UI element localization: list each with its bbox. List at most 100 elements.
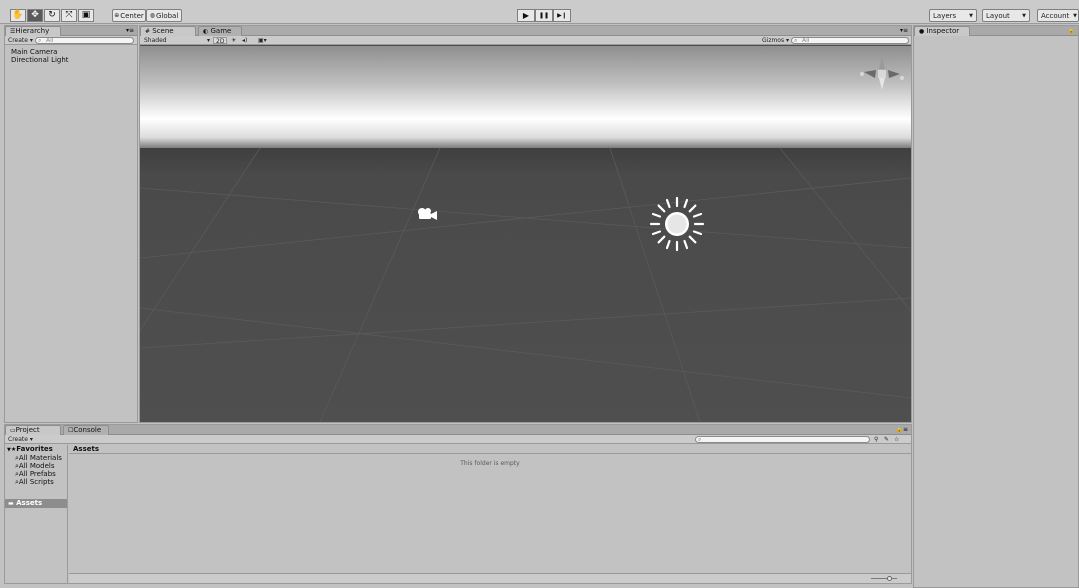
tab-inspector[interactable]: ● Inspector (914, 26, 970, 36)
skybox (140, 46, 911, 150)
favorite-item[interactable]: ⌕All Scripts (15, 478, 54, 487)
rect-icon: ▣ (81, 10, 91, 20)
game-icon: ◐ (203, 28, 209, 35)
rotate-tool-button[interactable]: ↻ (44, 9, 60, 22)
pause-button[interactable]: ❚❚ (535, 9, 553, 22)
2d-label: 2D (216, 38, 225, 45)
search-placeholder: All (802, 37, 810, 44)
rect-tool-button[interactable]: ▣ (78, 9, 94, 22)
create-label: Create (8, 436, 28, 443)
camera-gizmo-icon[interactable] (416, 206, 438, 222)
lock-icon[interactable]: 🔒≡ (896, 426, 909, 433)
inspector-panel: ● Inspector 🔒 (913, 25, 1079, 588)
layers-dropdown[interactable]: Layers ▼ (929, 9, 977, 22)
search-icon: ⌕ (698, 436, 702, 443)
pivot-center-button[interactable]: ⊕ Center (112, 9, 146, 22)
main-toolbar: ✋ ✥ ↻ ⤧ ▣ ⊕ Center ◍ Global ▶ ❚❚ ▶❙ Layers… (0, 0, 1079, 24)
project-toolbar: Create ▾ ⌕ ⚲ ✎ ☆ (5, 435, 911, 444)
empty-folder-message: This folder is empty (460, 460, 520, 467)
favorite-label: All Prefabs (18, 470, 56, 478)
lighting-toggle-icon[interactable]: ☀ (231, 37, 236, 44)
scene-tab-label: Scene (152, 27, 174, 35)
inspector-tab-label: Inspector (926, 27, 960, 35)
create-dropdown[interactable]: Create ▾ (8, 436, 33, 443)
unity-editor-window: ✋ ✥ ↻ ⤧ ▣ ⊕ Center ◍ Global ▶ ❚❚ ▶❙ Layers… (0, 0, 1079, 588)
slider-handle[interactable] (887, 576, 892, 581)
favorite-label: All Materials (18, 454, 62, 462)
gizmos-label: Gizmos (762, 37, 785, 44)
hierarchy-toolbar: Create ▾ ⌕ All (5, 36, 137, 45)
assets-folder-item[interactable]: ▬ Assets (5, 499, 67, 508)
project-tab-label: Project (15, 426, 40, 434)
hierarchy-search-input[interactable]: ⌕ All (35, 37, 134, 44)
move-icon: ✥ (31, 10, 39, 20)
play-button[interactable]: ▶ (517, 9, 535, 22)
tab-hierarchy[interactable]: ☰Hierarchy (5, 26, 61, 36)
console-tab-label: Console (73, 426, 102, 434)
dropdown-arrow-icon: ▼ (1022, 12, 1026, 19)
account-label: Account (1041, 11, 1070, 20)
layout-label: Layout (986, 11, 1010, 20)
space-global-button[interactable]: ◍ Global (146, 9, 182, 22)
hierarchy-tabbar: ☰Hierarchy ▾≡ (5, 26, 137, 36)
game-tab-label: Game (210, 27, 232, 35)
icon-size-slider[interactable] (871, 578, 897, 579)
2d-toggle-button[interactable]: 2D (213, 37, 228, 45)
folder-icon: ▬ (8, 500, 14, 507)
panel-menu-icon[interactable]: ▾≡ (126, 27, 134, 34)
lock-icon[interactable]: 🔒 (1068, 27, 1075, 34)
project-panel: ▭Project ☐Console 🔒≡ Create ▾ ⌕ ⚲ ✎ ☆ ▼★… (4, 424, 912, 584)
create-label: Create (8, 37, 28, 44)
step-button[interactable]: ▶❙ (553, 9, 571, 22)
panel-menu-icon[interactable]: ▾≡ (900, 27, 908, 34)
grid-lines (140, 148, 911, 422)
inspector-tabbar: ● Inspector 🔒 (914, 26, 1078, 36)
scene-search-input[interactable]: ⌕ All (791, 37, 909, 44)
shading-mode-dropdown[interactable]: Shaded ▾ (144, 37, 210, 44)
favorite-label: All Scripts (18, 478, 54, 486)
pivot-label: Center (120, 11, 144, 20)
breadcrumb-label: Assets (73, 445, 100, 453)
project-footer (69, 573, 911, 583)
scale-tool-button[interactable]: ⤧ (61, 9, 77, 22)
sun-gizmo-icon[interactable] (649, 196, 705, 252)
scene-toolbar: Shaded ▾ 2D ☀ ◂) ▣▾ Gizmos ▾ ⌕ All (140, 36, 911, 45)
dropdown-arrow-icon: ▼ (1073, 12, 1077, 19)
scene-viewport[interactable] (140, 46, 911, 422)
favorite-label: All Models (18, 462, 55, 470)
rotate-icon: ↻ (48, 10, 56, 20)
project-search-input[interactable]: ⌕ (695, 436, 870, 443)
assets-folder-label: Assets (16, 499, 43, 507)
project-tree: ▼★Favorites ⌕All Materials ⌕All Models ⌕… (5, 445, 68, 583)
search-placeholder: All (46, 37, 54, 44)
hierarchy-panel: ☰Hierarchy ▾≡ Create ▾ ⌕ All Main Camera … (4, 25, 138, 423)
gizmos-dropdown[interactable]: Gizmos ▾ (762, 37, 789, 44)
dropdown-arrow-icon: ▾ (206, 37, 210, 44)
tab-game[interactable]: ◐ Game (198, 26, 242, 36)
space-label: Global (155, 11, 179, 20)
tab-scene[interactable]: # Scene (140, 26, 196, 36)
star-icon[interactable]: ☆ (894, 436, 899, 443)
step-icon: ▶❙ (557, 12, 567, 19)
account-dropdown[interactable]: Account ▼ (1037, 9, 1079, 22)
layout-dropdown[interactable]: Layout ▼ (982, 9, 1030, 22)
list-item[interactable]: Directional Light (11, 56, 69, 65)
effects-dropdown-icon[interactable]: ▣▾ (258, 37, 267, 44)
scene-grid (140, 148, 911, 422)
breadcrumb[interactable]: Assets (69, 445, 911, 454)
tab-console[interactable]: ☐Console (63, 425, 109, 435)
create-dropdown[interactable]: Create ▾ (8, 37, 33, 44)
favorites-label: Favorites (16, 445, 53, 453)
scale-icon: ⤧ (65, 10, 73, 20)
audio-toggle-icon[interactable]: ◂) (242, 37, 247, 44)
orientation-gizmo-icon[interactable] (858, 52, 906, 98)
shading-mode-label: Shaded (144, 37, 167, 44)
filter-type-icon[interactable]: ⚲ (874, 436, 878, 443)
tab-project[interactable]: ▭Project (5, 425, 61, 435)
pause-icon: ❚❚ (538, 12, 550, 19)
hand-tool-button[interactable]: ✋ (10, 9, 26, 22)
move-tool-button[interactable]: ✥ (27, 9, 43, 22)
filter-label-icon[interactable]: ✎ (884, 436, 889, 443)
project-tabbar: ▭Project ☐Console 🔒≡ (5, 425, 911, 435)
hierarchy-tab-label: Hierarchy (15, 27, 50, 35)
